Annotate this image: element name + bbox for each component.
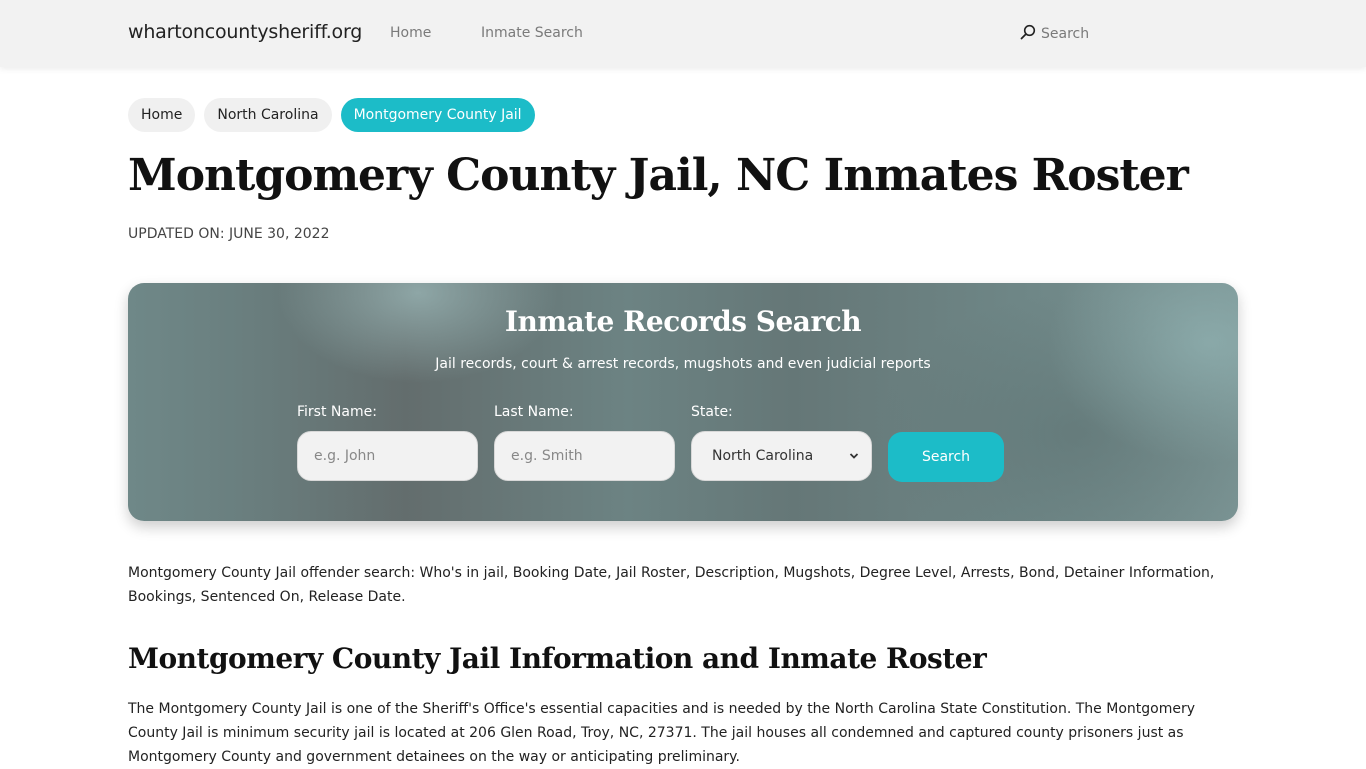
last-name-input[interactable] <box>494 431 675 481</box>
last-name-field-group: Last Name: <box>494 404 675 481</box>
state-selected-value: North Carolina <box>712 448 814 464</box>
search-panel-title: Inmate Records Search <box>504 305 862 338</box>
breadcrumb: Home North Carolina Montgomery County Ja… <box>128 98 1238 132</box>
state-label: State: <box>691 404 733 420</box>
first-name-field-group: First Name: <box>297 404 478 481</box>
chevron-down-icon <box>849 448 859 464</box>
search-submit-button[interactable]: Search <box>888 432 1004 482</box>
navbar: whartoncountysheriff.org Home Inmate Sea… <box>0 0 1366 67</box>
updated-date: UPDATED ON: JUNE 30, 2022 <box>128 226 330 242</box>
site-brand-link[interactable]: whartoncountysheriff.org <box>128 21 362 43</box>
nav-link-home[interactable]: Home <box>390 25 431 41</box>
search-icon <box>1020 24 1036 44</box>
intro-paragraph: Montgomery County Jail offender search: … <box>128 565 1215 605</box>
breadcrumb-north-carolina[interactable]: North Carolina <box>204 98 332 132</box>
nav-search-button[interactable]: Search <box>1020 24 1089 44</box>
inmate-search-panel: Inmate Records Search Jail records, cour… <box>128 283 1238 521</box>
search-panel-subtitle: Jail records, court & arrest records, mu… <box>435 356 931 372</box>
state-field-group: State: North Carolina <box>691 404 872 481</box>
nav-link-inmate-search[interactable]: Inmate Search <box>481 25 583 41</box>
section-title: Montgomery County Jail Information and I… <box>128 642 987 675</box>
state-select[interactable]: North Carolina <box>691 431 872 481</box>
nav-search-label: Search <box>1041 26 1090 42</box>
breadcrumb-home[interactable]: Home <box>128 98 196 132</box>
breadcrumb-montgomery-county-jail[interactable]: Montgomery County Jail <box>340 98 535 132</box>
last-name-label: Last Name: <box>494 404 574 420</box>
page-title: Montgomery County Jail, NC Inmates Roste… <box>128 150 1189 201</box>
first-name-input[interactable] <box>297 431 478 481</box>
section-paragraph: The Montgomery County Jail is one of the… <box>128 701 1195 765</box>
first-name-label: First Name: <box>297 404 377 420</box>
